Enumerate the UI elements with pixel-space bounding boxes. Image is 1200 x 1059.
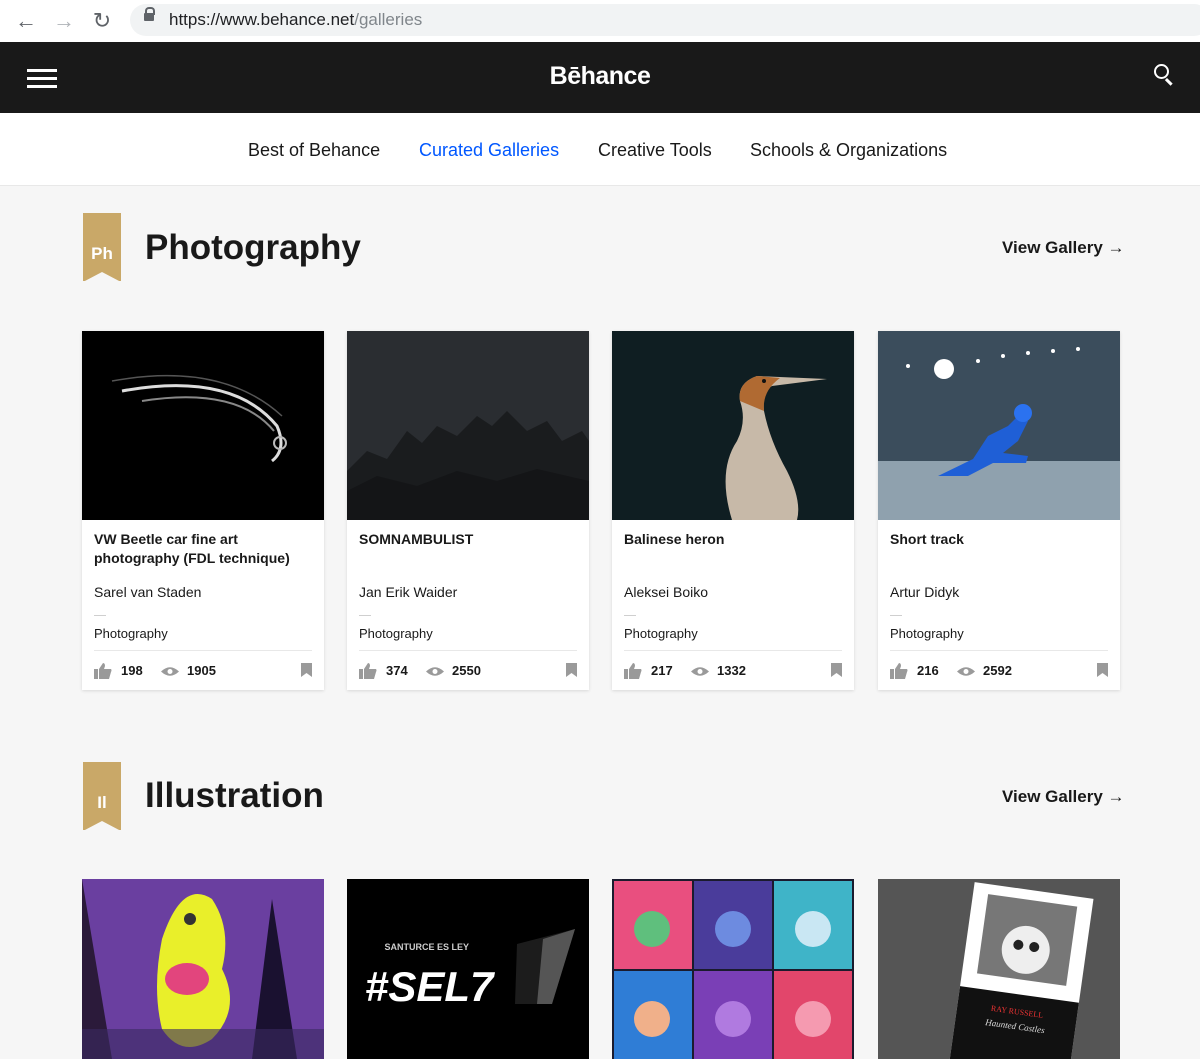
view-gallery-photography[interactable]: View Gallery →	[1002, 238, 1125, 258]
lock-icon	[144, 7, 155, 21]
project-cover[interactable]	[612, 331, 854, 520]
illustration-badge: Il	[83, 762, 121, 831]
project-owner[interactable]: Artur Didyk	[890, 584, 959, 600]
divider	[624, 650, 842, 651]
views-count: 1332	[717, 663, 746, 678]
reload-icon[interactable]: ↻	[89, 8, 115, 34]
project-owner[interactable]: Sarel van Staden	[94, 584, 201, 600]
divider	[890, 650, 1108, 651]
thumbs-up-icon[interactable]	[359, 663, 377, 679]
site-header: Bēhance	[0, 42, 1200, 113]
project-card[interactable]: SOMNAMBULIST Jan Erik Waider Photography…	[347, 331, 589, 690]
divider	[359, 650, 577, 651]
project-title[interactable]: SOMNAMBULIST	[359, 530, 574, 549]
eye-icon	[691, 667, 709, 676]
project-title[interactable]: VW Beetle car fine art photography (FDL …	[94, 530, 309, 568]
project-cover[interactable]	[82, 879, 324, 1059]
thumbs-up-icon[interactable]	[624, 663, 642, 679]
project-card[interactable]: Short track Artur Didyk Photography 216 …	[878, 331, 1120, 690]
back-arrow-icon[interactable]: ←	[13, 8, 39, 34]
behance-logo[interactable]: Bēhance	[0, 62, 1200, 91]
project-field[interactable]: Photography	[359, 626, 433, 641]
view-gallery-illustration[interactable]: View Gallery →	[1002, 787, 1125, 807]
section-title-illustration: Illustration	[145, 776, 324, 815]
url-text[interactable]: https://www.behance.net/galleries	[169, 10, 422, 30]
divider	[359, 615, 371, 616]
search-icon[interactable]	[1154, 64, 1174, 86]
project-field[interactable]: Photography	[890, 626, 964, 641]
project-stats: 374 2550	[359, 663, 577, 679]
divider	[94, 615, 106, 616]
project-owner[interactable]: Jan Erik Waider	[359, 584, 457, 600]
project-stats: 216 2592	[890, 663, 1108, 679]
project-cover[interactable]	[347, 331, 589, 520]
project-title[interactable]: Short track	[890, 530, 1105, 549]
browser-toolbar: ← → ↻ https://www.behance.net/galleries	[0, 0, 1200, 43]
subnav-schools-organizations[interactable]: Schools & Organizations	[750, 140, 947, 161]
views-count: 1905	[187, 663, 216, 678]
cover-title: #SEL7	[365, 963, 495, 1010]
views-count: 2550	[452, 663, 481, 678]
divider	[624, 615, 636, 616]
project-cover[interactable]	[82, 331, 324, 520]
project-card[interactable]: VW Beetle car fine art photography (FDL …	[82, 331, 324, 690]
divider	[890, 615, 902, 616]
bookmark-icon[interactable]	[1097, 663, 1108, 677]
thumbs-up-icon[interactable]	[890, 663, 908, 679]
bookmark-icon[interactable]	[831, 663, 842, 677]
project-field[interactable]: Photography	[94, 626, 168, 641]
appreciations-count: 216	[917, 663, 939, 678]
project-cover[interactable]	[878, 331, 1120, 520]
section-title-photography: Photography	[145, 228, 361, 267]
views-count: 2592	[983, 663, 1012, 678]
divider	[94, 650, 312, 651]
appreciations-count: 198	[121, 663, 143, 678]
project-card[interactable]: Balinese heron Aleksei Boiko Photography…	[612, 331, 854, 690]
project-title[interactable]: Balinese heron	[624, 530, 839, 549]
appreciations-count: 374	[386, 663, 408, 678]
subnav-creative-tools[interactable]: Creative Tools	[598, 140, 712, 161]
project-cover[interactable]: SANTURCE ES LEY #SEL7	[347, 879, 589, 1059]
project-cover[interactable]	[612, 879, 854, 1059]
gallery-subnav: Best of Behance Curated Galleries Creati…	[0, 113, 1200, 186]
eye-icon	[426, 667, 444, 676]
subnav-best-of-behance[interactable]: Best of Behance	[248, 140, 380, 161]
address-bar[interactable]: https://www.behance.net/galleries	[130, 4, 1200, 36]
project-cover[interactable]: RAY RUSSELL Haunted Castles	[878, 879, 1120, 1059]
project-stats: 217 1332	[624, 663, 842, 679]
appreciations-count: 217	[651, 663, 673, 678]
thumbs-up-icon[interactable]	[94, 663, 112, 679]
eye-icon	[957, 667, 975, 676]
bookmark-icon[interactable]	[566, 663, 577, 677]
eye-icon	[161, 667, 179, 676]
cover-subtitle: SANTURCE ES LEY	[384, 942, 469, 952]
project-stats: 198 1905	[94, 663, 312, 679]
project-field[interactable]: Photography	[624, 626, 698, 641]
photography-badge: Ph	[83, 213, 121, 282]
subnav-curated-galleries[interactable]: Curated Galleries	[419, 140, 559, 161]
forward-arrow-icon[interactable]: →	[51, 8, 77, 34]
bookmark-icon[interactable]	[301, 663, 312, 677]
project-owner[interactable]: Aleksei Boiko	[624, 584, 708, 600]
